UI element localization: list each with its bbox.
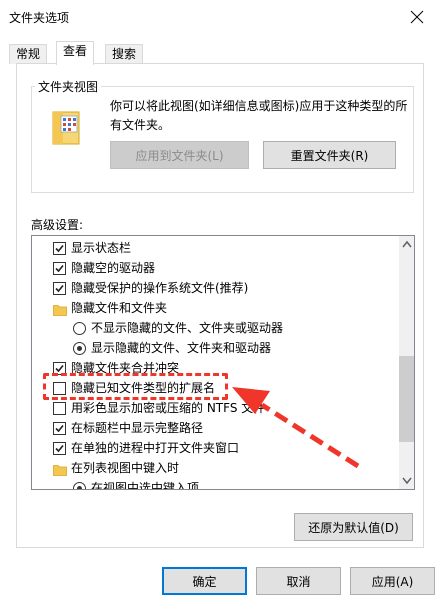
ok-button[interactable]: 确定 — [162, 567, 247, 595]
restore-defaults-button[interactable]: 还原为默认值(D) — [294, 513, 413, 541]
apply-button[interactable]: 应用(A) — [350, 567, 435, 595]
tab-label: 查看 — [63, 44, 88, 58]
cancel-button[interactable]: 取消 — [256, 567, 341, 595]
tab-view[interactable]: 查看 — [56, 41, 95, 65]
